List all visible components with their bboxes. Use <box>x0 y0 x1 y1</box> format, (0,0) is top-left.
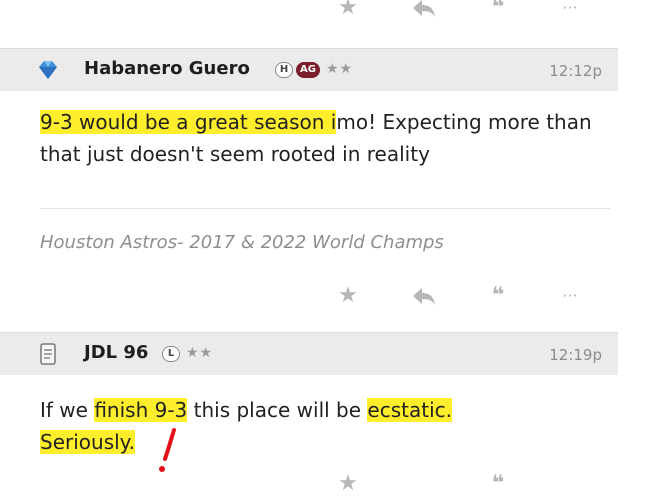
document-icon <box>40 343 56 365</box>
highlighted-text: Seriously. <box>40 430 136 454</box>
post-header-jdl96: JDL 96 L ★★ 12:19p <box>0 332 618 375</box>
rating-stars: ★★ <box>326 61 354 77</box>
body-text: this place will be <box>187 398 368 422</box>
author-name[interactable]: Habanero Guero <box>84 58 250 79</box>
post-signature: Houston Astros- 2017 & 2022 World Champs <box>40 232 444 253</box>
diamond-gem-icon <box>39 61 57 79</box>
like-star-icon[interactable]: ★ <box>328 282 368 310</box>
post-actions-jdl96: ★ ❝ <box>0 470 664 498</box>
post-actions-top: ★ ❝ ··· <box>0 0 664 22</box>
quote-icon[interactable]: ❝ <box>478 282 518 310</box>
badge-l: L <box>162 346 180 362</box>
highlighted-text: finish 9-3 <box>94 398 188 422</box>
badge-ag: AG <box>296 62 320 78</box>
post-actions-habanero: ★ ❝ ··· <box>0 282 664 310</box>
badge-h: H <box>275 62 293 78</box>
body-text: If we <box>40 398 95 422</box>
post-body-jdl96: If we finish 9-3 this place will be ecst… <box>40 394 620 458</box>
highlighted-text: 9-3 would be a great season i <box>40 110 337 134</box>
post-body-habanero: 9-3 would be a great season imo! Expecti… <box>40 106 620 170</box>
highlighted-text: ecstatic. <box>367 398 452 422</box>
signature-divider <box>40 208 610 209</box>
reply-icon[interactable] <box>404 282 444 314</box>
quote-icon[interactable]: ❝ <box>478 470 518 498</box>
post-time[interactable]: 12:12p <box>549 62 602 80</box>
rating-stars: ★★ <box>186 345 214 361</box>
post-header-habanero: Habanero Guero H AG ★★ 12:12p <box>0 48 618 91</box>
post-time[interactable]: 12:19p <box>549 346 602 364</box>
reply-icon[interactable] <box>404 0 444 26</box>
quote-icon[interactable]: ❝ <box>478 0 518 22</box>
like-star-icon[interactable]: ★ <box>328 0 368 22</box>
author-name[interactable]: JDL 96 <box>84 342 148 363</box>
like-star-icon[interactable]: ★ <box>328 470 368 498</box>
more-options-icon[interactable]: ··· <box>550 0 590 22</box>
more-options-icon[interactable]: ··· <box>550 282 590 310</box>
